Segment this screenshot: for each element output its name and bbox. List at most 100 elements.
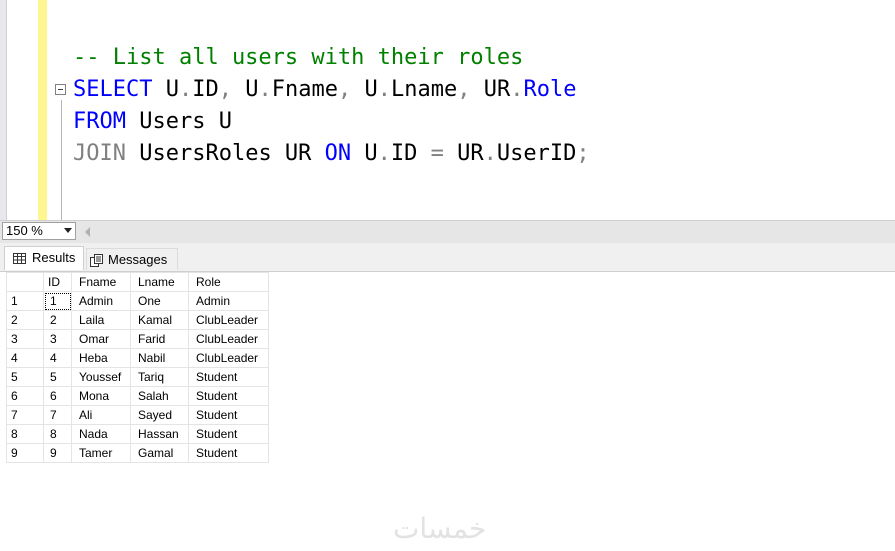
code-line-comment[interactable]: -- List all users with their roles xyxy=(73,42,523,74)
row-number[interactable]: 5 xyxy=(6,367,44,387)
tab-results-label: Results xyxy=(32,250,76,265)
dot: . xyxy=(258,77,272,102)
dot: . xyxy=(377,77,391,102)
row-number[interactable]: 2 xyxy=(6,310,44,330)
cell-role[interactable]: Student xyxy=(188,367,269,387)
cell-id[interactable]: 8 xyxy=(43,424,72,444)
table-row[interactable]: 2 2 Laila Kamal ClubLeader xyxy=(6,310,269,330)
cell-fname[interactable]: Ali xyxy=(71,405,131,425)
alias-u: U xyxy=(165,77,179,102)
cell-lname[interactable]: Gamal xyxy=(130,443,189,463)
column-header-fname[interactable]: Fname xyxy=(71,272,131,292)
dot: . xyxy=(377,141,391,166)
messages-icon xyxy=(90,254,103,268)
cell-id[interactable]: 2 xyxy=(43,310,72,330)
cell-lname[interactable]: Kamal xyxy=(130,310,189,330)
cell-id[interactable]: 6 xyxy=(43,386,72,406)
semicolon: ; xyxy=(576,141,590,166)
cell-fname[interactable]: Laila xyxy=(71,310,131,330)
query-editor[interactable]: -- List all users with their roles SELEC… xyxy=(0,0,895,220)
cell-fname[interactable]: Heba xyxy=(71,348,131,368)
col-userid: UserID xyxy=(496,141,577,166)
table-row[interactable]: 7 7 Ali Sayed Student xyxy=(6,405,269,425)
alias-u: U xyxy=(364,77,378,102)
cell-role[interactable]: Student xyxy=(188,424,269,444)
column-header-role[interactable]: Role xyxy=(188,272,269,292)
cell-role[interactable]: ClubLeader xyxy=(188,329,269,349)
row-number[interactable]: 9 xyxy=(6,443,44,463)
grid-corner[interactable] xyxy=(6,272,44,292)
editor-left-margin xyxy=(0,0,7,220)
cell-id[interactable]: 5 xyxy=(43,367,72,387)
code-line-from[interactable]: FROM Users U xyxy=(73,106,232,138)
row-number[interactable]: 7 xyxy=(6,405,44,425)
cell-id[interactable]: 4 xyxy=(43,348,72,368)
cell-role[interactable]: Admin xyxy=(188,291,269,311)
cell-role[interactable]: Student xyxy=(188,386,269,406)
table-row[interactable]: 5 5 Youssef Tariq Student xyxy=(6,367,269,387)
zoom-value: 150 % xyxy=(6,223,43,238)
table-row[interactable]: 8 8 Nada Hassan Student xyxy=(6,424,269,444)
zoom-bar: 150 % xyxy=(0,220,895,243)
comma: , xyxy=(218,77,232,102)
col-role: Role xyxy=(523,77,577,102)
chevron-down-icon[interactable] xyxy=(64,228,72,233)
table-row[interactable]: 6 6 Mona Salah Student xyxy=(6,386,269,406)
col-id: ID xyxy=(192,77,219,102)
cell-fname[interactable]: Mona xyxy=(71,386,131,406)
cell-fname[interactable]: Youssef xyxy=(71,367,131,387)
tab-messages-label: Messages xyxy=(108,252,168,267)
cell-fname[interactable]: Omar xyxy=(71,329,131,349)
watermark-logo: خمسات xyxy=(393,512,487,545)
kw-join: JOIN xyxy=(73,141,126,166)
cell-lname[interactable]: Nabil xyxy=(130,348,189,368)
cell-lname[interactable]: Tariq xyxy=(130,367,189,387)
row-number[interactable]: 4 xyxy=(6,348,44,368)
cell-lname[interactable]: Sayed xyxy=(130,405,189,425)
collapse-minus-icon[interactable] xyxy=(55,84,66,95)
cell-id[interactable]: 1 xyxy=(43,291,72,311)
row-number[interactable]: 6 xyxy=(6,386,44,406)
zoom-dropdown[interactable]: 150 % xyxy=(2,222,76,240)
column-header-id[interactable]: ID xyxy=(43,272,72,292)
table-row[interactable]: 9 9 Tamer Gamal Student xyxy=(6,443,269,463)
cell-role[interactable]: Student xyxy=(188,405,269,425)
cell-lname[interactable]: Salah xyxy=(130,386,189,406)
results-table[interactable]: ID Fname Lname Role 1 1 Admin One Admin 2 2 Lai… xyxy=(6,272,269,463)
cell-role[interactable]: ClubLeader xyxy=(188,310,269,330)
row-number[interactable]: 8 xyxy=(6,424,44,444)
code-line-select[interactable]: SELECT U.ID, U.Fname, U.Lname, UR.Role xyxy=(73,74,576,106)
alias-u: U xyxy=(364,141,378,166)
column-header-lname[interactable]: Lname xyxy=(130,272,189,292)
cell-fname[interactable]: Tamer xyxy=(71,443,131,463)
row-number[interactable]: 3 xyxy=(6,329,44,349)
tab-results[interactable]: Results xyxy=(4,246,84,270)
cell-fname[interactable]: Nada xyxy=(71,424,131,444)
change-tracking-bar xyxy=(38,0,47,220)
cell-role[interactable]: Student xyxy=(188,443,269,463)
cell-fname[interactable]: Admin xyxy=(71,291,131,311)
results-grid[interactable]: ID Fname Lname Role 1 1 Admin One Admin 2 2 Lai… xyxy=(0,272,895,551)
cell-lname[interactable]: Hassan xyxy=(130,424,189,444)
cell-id[interactable]: 9 xyxy=(43,443,72,463)
alias-u: U xyxy=(245,77,259,102)
results-tabs: Results Messages xyxy=(0,243,895,272)
col-lname: Lname xyxy=(390,77,458,102)
col-fname: Fname xyxy=(271,77,338,102)
col-id: ID xyxy=(390,141,418,166)
cell-role[interactable]: ClubLeader xyxy=(188,348,269,368)
table-row[interactable]: 4 4 Heba Nabil ClubLeader xyxy=(6,348,269,368)
table-row[interactable]: 1 1 Admin One Admin xyxy=(6,291,269,311)
cell-id[interactable]: 3 xyxy=(43,329,72,349)
table-users: Users U xyxy=(139,109,232,134)
alias-ur: UR xyxy=(457,141,484,166)
dot: . xyxy=(483,141,497,166)
row-number[interactable]: 1 xyxy=(6,291,44,311)
cell-lname[interactable]: Farid xyxy=(130,329,189,349)
cell-id[interactable]: 7 xyxy=(43,405,72,425)
cell-lname[interactable]: One xyxy=(130,291,189,311)
code-line-join[interactable]: JOIN UsersRoles UR ON U.ID = UR.UserID; xyxy=(73,138,590,170)
tab-messages[interactable]: Messages xyxy=(86,248,178,270)
table-row[interactable]: 3 3 Omar Farid ClubLeader xyxy=(6,329,269,349)
scroll-left-icon[interactable] xyxy=(85,227,90,237)
